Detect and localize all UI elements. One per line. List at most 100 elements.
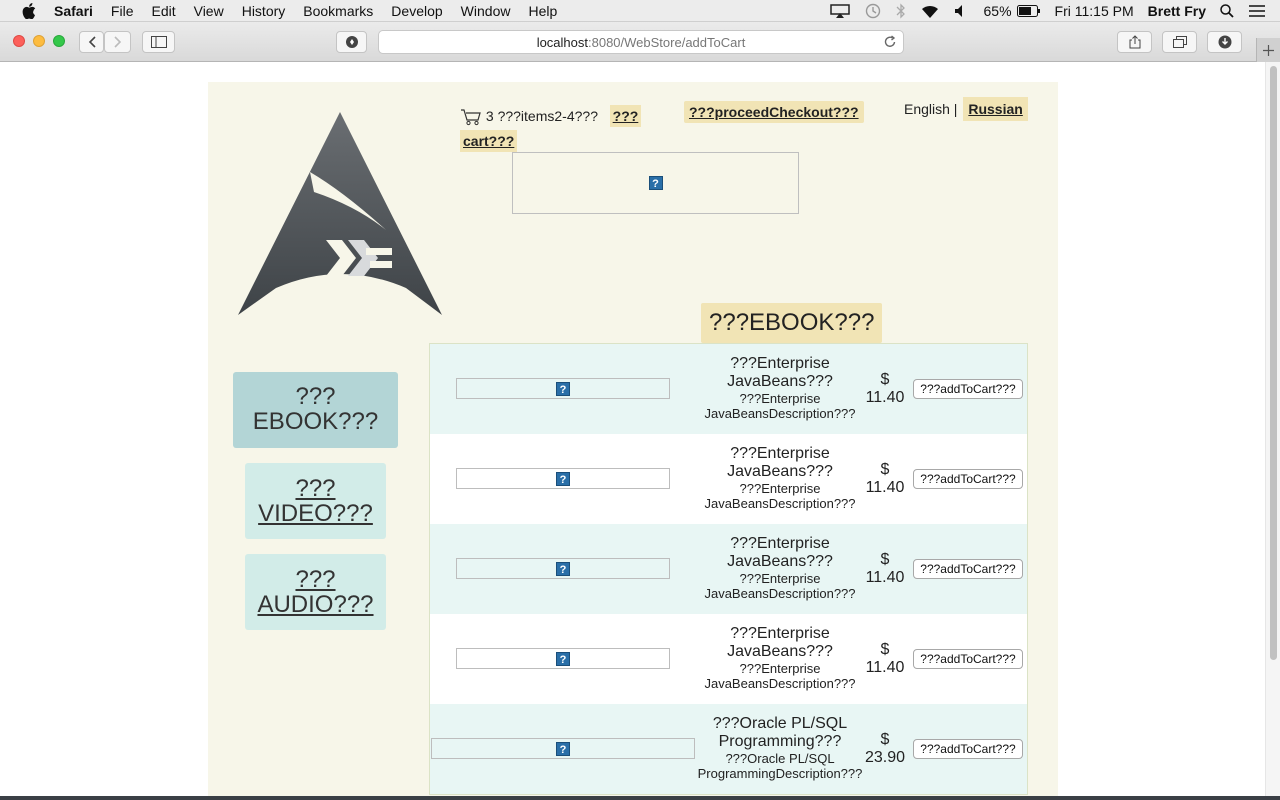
close-window-button[interactable]: [13, 35, 25, 47]
shield-icon: [345, 36, 358, 48]
sidebar-ebook-line1: ???: [295, 383, 336, 410]
product-image-broken[interactable]: ?: [456, 378, 670, 399]
address-bar[interactable]: localhost:8080/WebStore/addToCart: [378, 30, 904, 54]
cart-link-end[interactable]: cart???: [460, 130, 518, 152]
time-machine-icon[interactable]: [864, 3, 882, 19]
shopping-cart-icon[interactable]: [460, 108, 482, 126]
product-image-broken[interactable]: ?: [456, 468, 670, 489]
store-logo: [236, 110, 446, 320]
sidebar-toggle-button[interactable]: [142, 31, 175, 53]
product-title: ???Enterprise JavaBeans???: [727, 355, 833, 390]
menu-app-name[interactable]: Safari: [54, 3, 93, 19]
menu-bar: Safari File Edit View History Bookmarks …: [0, 0, 1280, 22]
menu-bookmarks[interactable]: Bookmarks: [303, 3, 373, 19]
price-value: 11.40: [865, 389, 905, 406]
menu-history[interactable]: History: [242, 3, 286, 19]
product-image-broken[interactable]: ?: [431, 738, 695, 759]
broken-image-icon: ?: [556, 381, 570, 396]
menu-help[interactable]: Help: [528, 3, 557, 19]
user-name[interactable]: Brett Fry: [1148, 3, 1206, 19]
airplay-icon[interactable]: [829, 4, 850, 18]
product-row: ? ???Enterprise JavaBeans??? ???Enterpri…: [430, 614, 1027, 704]
clock[interactable]: Fri 11:15 PM: [1055, 3, 1134, 19]
page-scrollbar[interactable]: [1265, 62, 1280, 800]
add-to-cart-button[interactable]: ???addToCart???: [913, 559, 1023, 579]
browser-toolbar: localhost:8080/WebStore/addToCart: [0, 22, 1280, 62]
downloads-button[interactable]: [1207, 31, 1242, 53]
broken-image-icon: ?: [556, 561, 570, 576]
language-switcher: English | Russian: [904, 97, 1028, 121]
lang-english[interactable]: English |: [904, 101, 957, 117]
minimize-window-button[interactable]: [33, 35, 45, 47]
add-to-cart-button[interactable]: ???addToCart???: [913, 469, 1023, 489]
battery-icon: [1016, 5, 1040, 17]
menu-window[interactable]: Window: [461, 3, 511, 19]
share-button[interactable]: [1117, 31, 1152, 53]
menu-develop[interactable]: Develop: [391, 3, 442, 19]
sidebar-item-video[interactable]: ??? VIDEO???: [245, 463, 386, 539]
price-currency: $: [880, 371, 890, 388]
new-tab-button[interactable]: [1256, 38, 1280, 62]
price-currency: $: [880, 641, 890, 658]
sidebar-video-line1: ???: [295, 475, 336, 502]
battery-percent: 65%: [983, 3, 1012, 19]
volume-icon[interactable]: [954, 4, 970, 18]
product-price: $23.90: [860, 731, 910, 767]
banner-image-broken: ?: [512, 152, 799, 214]
cart-link-start[interactable]: ???: [609, 105, 642, 127]
add-to-cart-button[interactable]: ???addToCart???: [913, 649, 1023, 669]
menu-edit[interactable]: Edit: [151, 3, 175, 19]
download-icon: [1218, 35, 1231, 49]
tabs-overview-button[interactable]: [1162, 31, 1197, 53]
add-to-cart-button[interactable]: ???addToCart???: [913, 739, 1023, 759]
price-value: 11.40: [865, 479, 905, 496]
reload-icon[interactable]: [883, 35, 897, 52]
menu-file[interactable]: File: [111, 3, 134, 19]
sidebar-audio-line1: ???: [295, 566, 336, 593]
price-currency: $: [880, 461, 890, 478]
sidebar-ebook-line2: EBOOK???: [252, 408, 379, 435]
forward-button[interactable]: [104, 31, 131, 53]
product-row: ? ???Oracle PL/SQL Programming??? ???Ora…: [430, 704, 1027, 794]
product-list: ? ???Enterprise JavaBeans??? ???Enterpri…: [429, 343, 1028, 795]
product-price: $11.40: [860, 551, 910, 587]
product-info: ???Enterprise JavaBeans??? ???Enterprise…: [695, 535, 865, 601]
product-info: ???Enterprise JavaBeans??? ???Enterprise…: [695, 625, 865, 691]
plus-icon: [1263, 44, 1274, 56]
cart-items-text: ???items2-4???: [497, 108, 598, 124]
wifi-icon[interactable]: [920, 4, 940, 19]
broken-image-icon: ?: [648, 176, 663, 190]
sidebar-item-ebook[interactable]: ??? EBOOK???: [233, 372, 398, 448]
product-price: $11.40: [860, 371, 910, 407]
apple-icon[interactable]: [20, 2, 38, 19]
zoom-window-button[interactable]: [53, 35, 65, 47]
product-row: ? ???Enterprise JavaBeans??? ???Enterpri…: [430, 524, 1027, 614]
desktop-background-strip: [0, 796, 1280, 800]
proceed-checkout-link[interactable]: ???proceedCheckout???: [684, 101, 864, 123]
menu-view[interactable]: View: [194, 3, 224, 19]
product-title: ???Enterprise JavaBeans???: [727, 625, 833, 660]
product-title: ???Enterprise JavaBeans???: [727, 445, 833, 480]
add-to-cart-button[interactable]: ???addToCart???: [913, 379, 1023, 399]
product-info: ???Oracle PL/SQL Programming??? ???Oracl…: [695, 715, 865, 781]
product-price: $11.40: [860, 641, 910, 677]
scrollbar-thumb[interactable]: [1270, 66, 1277, 660]
product-description: ???Enterprise JavaBeansDescription???: [704, 661, 856, 691]
product-description: ???Oracle PL/SQL ProgrammingDescription?…: [697, 751, 863, 781]
price-value: 23.90: [864, 749, 906, 766]
product-description: ???Enterprise JavaBeansDescription???: [704, 391, 856, 421]
product-image-broken[interactable]: ?: [456, 648, 670, 669]
notification-center-icon[interactable]: [1248, 4, 1266, 18]
battery-status[interactable]: 65%: [984, 3, 1041, 19]
bluetooth-icon[interactable]: [896, 3, 906, 19]
product-image-broken[interactable]: ?: [456, 558, 670, 579]
sidebar-icon: [150, 36, 167, 48]
sidebar-audio-line2: AUDIO???: [257, 591, 374, 618]
sidebar-item-audio[interactable]: ??? AUDIO???: [245, 554, 386, 630]
back-button[interactable]: [79, 31, 104, 53]
broken-image-icon: ?: [556, 471, 570, 486]
price-currency: $: [880, 551, 890, 568]
lang-russian-link[interactable]: Russian: [963, 97, 1028, 121]
privacy-extension-button[interactable]: [336, 31, 367, 53]
spotlight-search-icon[interactable]: [1220, 4, 1234, 18]
